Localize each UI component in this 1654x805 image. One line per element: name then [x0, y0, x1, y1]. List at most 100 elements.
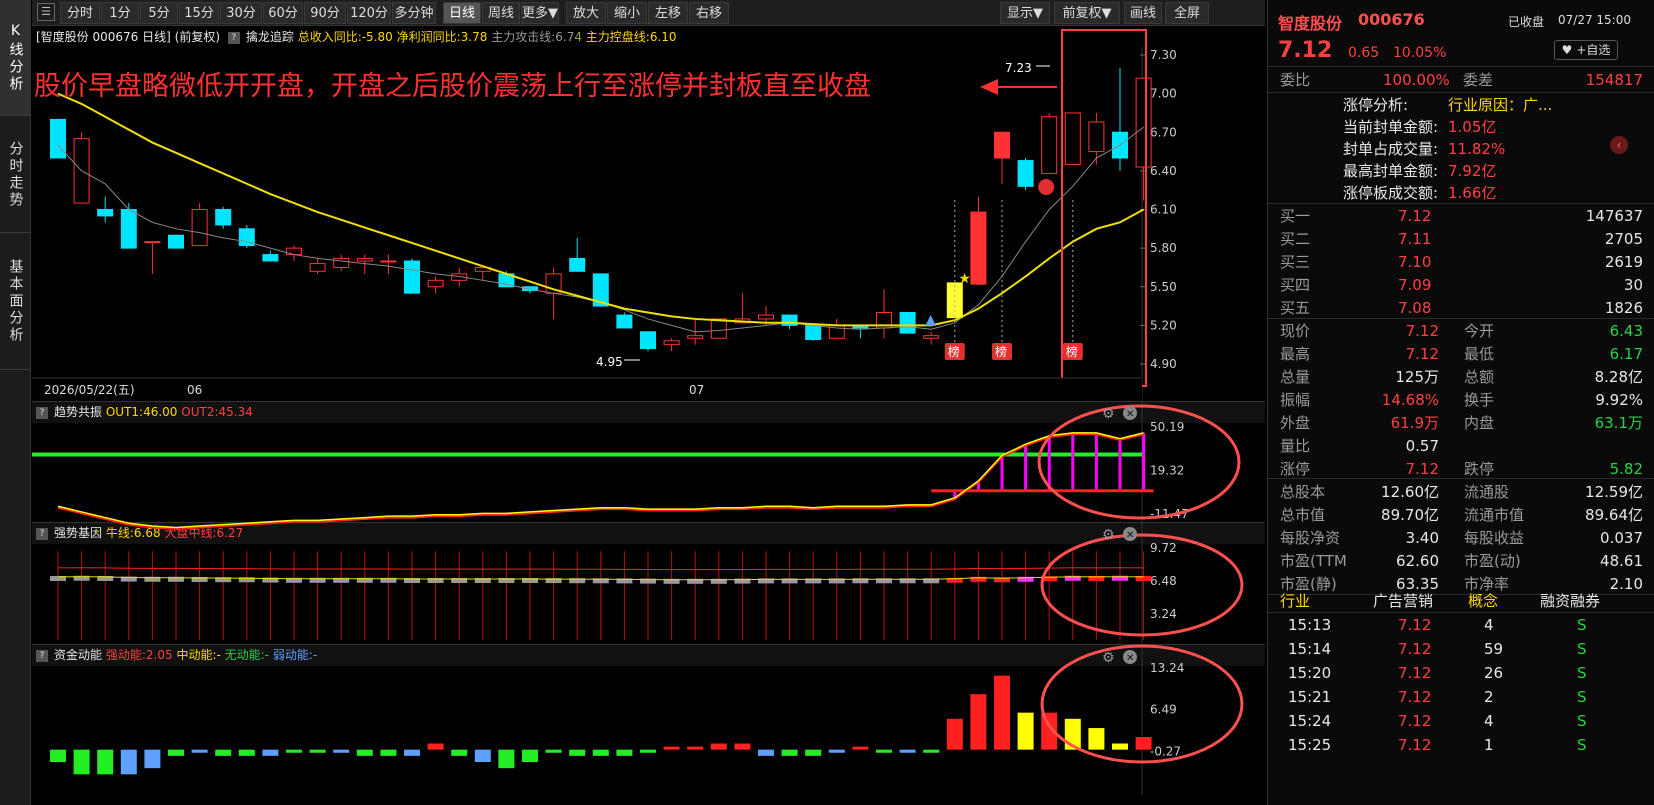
tab-kline[interactable]: K线分析 [0, 0, 31, 116]
tick-row: 15:24 7.12 4 S [1288, 712, 1587, 730]
energy-bar [663, 746, 680, 750]
candle-body [1088, 121, 1105, 153]
energy-bar [781, 749, 798, 756]
tick-row: 15:25 7.12 1 S [1288, 736, 1587, 754]
limit-value: 7.92亿 [1448, 162, 1497, 180]
limit-label: 涨停分析: [1343, 96, 1409, 114]
energy-bar [616, 749, 633, 756]
bid-row: 买一 7.12 147637 [1280, 207, 1643, 225]
limit-label: 封单占成交量: [1343, 140, 1439, 158]
candle-body [1064, 112, 1081, 165]
energy-bar [569, 749, 586, 756]
limit-marker-icon [1038, 179, 1055, 195]
quote-row: 现价 7.12 今开 6.43 [1280, 322, 1643, 340]
wc-label: 委差 [1463, 71, 1494, 89]
tick-row: 15:20 7.12 26 S [1288, 664, 1587, 682]
limit-label: 最高封单金额: [1343, 162, 1439, 180]
last-price: 7.12 [1278, 38, 1333, 63]
add-watchlist-button[interactable]: ♥ +自选 [1554, 40, 1618, 60]
energy-bar [876, 749, 892, 753]
bid-row: 买二 7.11 2705 [1280, 230, 1643, 248]
limit-value: 行业原因：广... [1448, 96, 1553, 114]
panel3-tick: 13.24 [1150, 661, 1184, 675]
price-tick: 7.30 [1150, 48, 1177, 62]
candle-body [333, 257, 350, 268]
panel2-tick: 6.48 [1150, 574, 1177, 588]
low-label: 4.95 [596, 355, 623, 369]
wb-label: 委比 [1280, 71, 1311, 89]
candle-body [309, 263, 326, 272]
candle-body [994, 131, 1010, 159]
quote-time: 07/27 15:00 [1558, 13, 1631, 27]
energy-bar [451, 749, 468, 756]
gear-icon: ⚙ [1102, 650, 1115, 666]
candle-body [663, 340, 680, 346]
energy-bar [120, 749, 137, 775]
candle-body [380, 260, 397, 263]
price-tick: 5.50 [1150, 280, 1177, 294]
energy-bar [404, 749, 420, 756]
panel2-tick: 3.24 [1150, 607, 1177, 621]
price-tick: 7.00 [1150, 87, 1177, 101]
candle-body [404, 260, 420, 294]
candle-body [923, 335, 940, 339]
tab-intraday[interactable]: 分时走势 [0, 117, 31, 233]
quote-row: 外盘 61.9万 内盘 63.1万 [1280, 414, 1643, 432]
candle-body [50, 118, 66, 159]
bid-row: 买四 7.09 30 [1280, 276, 1643, 294]
collapse-icon[interactable]: ‹ [1610, 136, 1628, 154]
energy-bar [1112, 743, 1128, 750]
energy-bar [97, 749, 114, 775]
energy-bar [427, 743, 444, 750]
gear-icon: ⚙ [1102, 406, 1115, 422]
candle-body [569, 257, 586, 272]
energy-bar [640, 749, 656, 753]
candle-body [427, 279, 444, 288]
price-tick: 5.20 [1150, 318, 1177, 332]
svg-text:✕: ✕ [1126, 409, 1134, 420]
candle-body [144, 241, 161, 244]
quote-row: 市盈(TTM 62.60 市盈(动) 48.61 [1280, 552, 1643, 570]
panel2-tick: 9.72 [1150, 541, 1177, 555]
candle-body [97, 209, 114, 217]
energy-bar [522, 749, 538, 762]
quote-row: 总市值 89.70亿 流通市值 89.64亿 [1280, 506, 1643, 524]
bang-label: 榜 [948, 344, 960, 359]
wc-value: 154817 [1585, 71, 1643, 89]
out2-line [57, 433, 1144, 530]
quote-row: 每股净资 3.40 每股收益 0.037 [1280, 529, 1643, 547]
quote-row: 总股本 12.60亿 流通股 12.59亿 [1280, 483, 1643, 501]
quote-row: 最高 7.12 最低 6.17 [1280, 345, 1643, 363]
candle-body [1041, 116, 1058, 174]
kline-chart[interactable]: 7.30 7.00 6.70 6.40 6.10 5.80 5.50 5.20 4.90 7.23… [32, 0, 1265, 805]
candle-body [616, 314, 633, 329]
candle-body [687, 335, 704, 339]
add-watchlist-label: +自选 [1576, 43, 1611, 57]
stock-name: 智度股份 [1278, 14, 1343, 33]
candle-body [805, 324, 822, 341]
energy-bar [309, 749, 326, 753]
price-tick: 6.70 [1150, 125, 1177, 139]
energy-bar [734, 743, 751, 750]
candle-body [191, 209, 208, 247]
tab-fundamental[interactable]: 基本面分析 [0, 234, 31, 370]
energy-bar [333, 749, 350, 753]
limit-value: 1.05亿 [1448, 118, 1497, 136]
energy-bar [498, 749, 515, 769]
rocket-icon: ▲ [925, 312, 936, 328]
energy-bar [923, 749, 940, 753]
highlight-ellipse [1037, 404, 1241, 520]
gear-icon: ⚙ [1102, 527, 1115, 543]
pct-change: 10.05% [1393, 45, 1447, 61]
energy-bar [994, 675, 1010, 750]
candle-body [1017, 160, 1034, 187]
svg-text:✕: ✕ [1126, 653, 1134, 664]
energy-bar [758, 749, 774, 756]
energy-bar [168, 749, 184, 756]
price-tick: 4.90 [1150, 357, 1177, 371]
energy-bar [946, 718, 963, 750]
bid-row: 买五 7.08 1826 [1280, 299, 1643, 317]
left-tab-bar: K线分析 分时走势 基本面分析 [0, 0, 31, 805]
energy-bar [592, 749, 609, 756]
date-label: 2026/05/22(五) [44, 383, 135, 397]
